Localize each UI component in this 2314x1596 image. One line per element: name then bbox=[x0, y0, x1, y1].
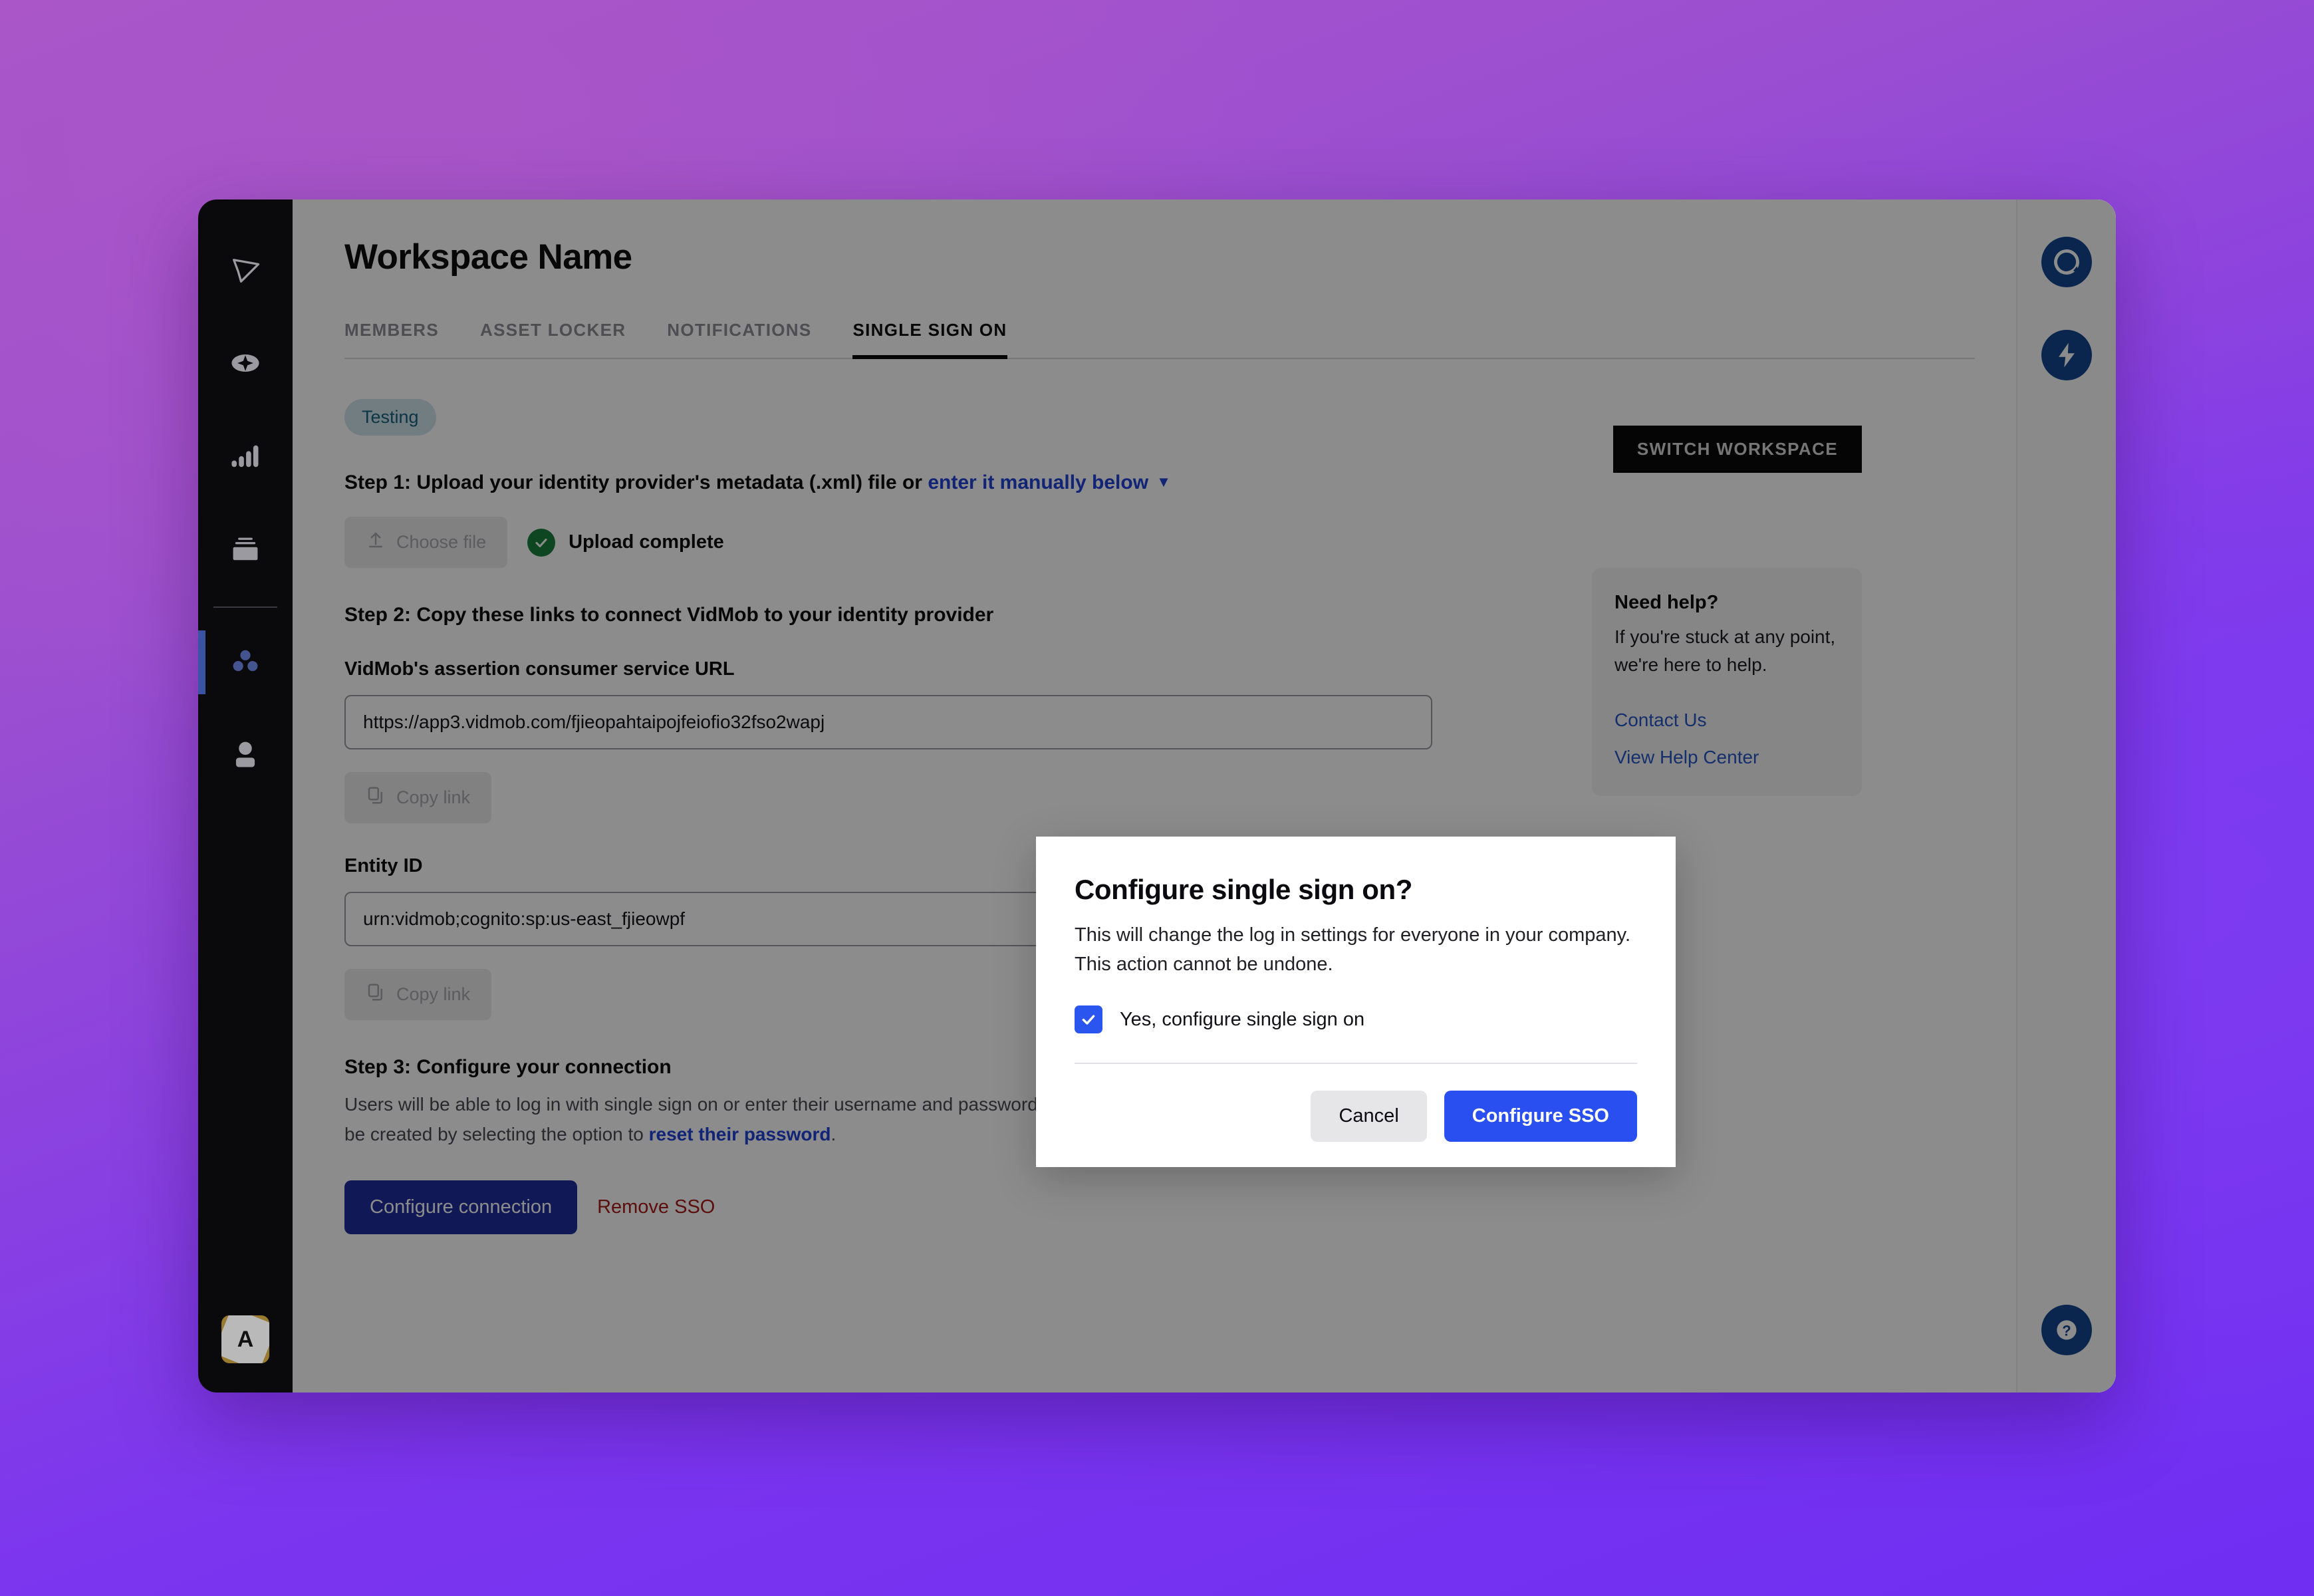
copy-acs-url-button[interactable]: Copy link bbox=[344, 772, 492, 823]
help-card: Need help? If you're stuck at any point,… bbox=[1592, 568, 1862, 796]
confirm-checkbox[interactable] bbox=[1075, 1005, 1102, 1034]
configure-sso-button[interactable]: Configure SSO bbox=[1444, 1091, 1637, 1142]
tab-single-sign-on[interactable]: SINGLE SIGN ON bbox=[852, 320, 1007, 359]
copy-icon bbox=[366, 982, 386, 1007]
sidebar-item-library[interactable] bbox=[198, 504, 293, 597]
configure-sso-modal: Configure single sign on? This will chan… bbox=[1036, 837, 1676, 1168]
avatar[interactable]: A bbox=[221, 1315, 269, 1363]
tab-notifications[interactable]: NOTIFICATIONS bbox=[667, 320, 811, 358]
step3-actions: Configure connection Remove SSO bbox=[344, 1180, 2016, 1234]
page-title: Workspace Name bbox=[344, 237, 632, 277]
cursor-arrow-icon bbox=[228, 253, 263, 291]
bar-chart-icon bbox=[228, 439, 263, 477]
enter-manually-link[interactable]: enter it manually below bbox=[928, 471, 1148, 493]
choose-file-label: Choose file bbox=[396, 532, 487, 552]
copy-entity-id-button[interactable]: Copy link bbox=[344, 969, 492, 1020]
reset-password-link[interactable]: reset their password bbox=[649, 1124, 831, 1144]
chevron-down-icon[interactable]: ▼ bbox=[1156, 473, 1171, 491]
three-dots-icon bbox=[228, 644, 263, 682]
help-card-title: Need help? bbox=[1614, 592, 1719, 613]
view-help-center-link[interactable]: View Help Center bbox=[1614, 747, 1839, 768]
sparkle-eye-icon bbox=[228, 346, 263, 384]
svg-text:?: ? bbox=[2062, 1322, 2071, 1339]
upload-status-label: Upload complete bbox=[569, 531, 724, 553]
step1-heading-text: Step 1: Upload your identity provider's … bbox=[344, 471, 922, 493]
sidebar-item-members[interactable] bbox=[198, 709, 293, 802]
sidebar-nav: A bbox=[198, 200, 293, 1393]
app-window: A Workspace Name MEMBERS ASSET LOCKER NO… bbox=[198, 200, 2116, 1393]
choose-file-button[interactable]: Choose file bbox=[344, 517, 508, 568]
main-region: Workspace Name MEMBERS ASSET LOCKER NOTI… bbox=[293, 200, 2116, 1393]
tab-asset-locker[interactable]: ASSET LOCKER bbox=[480, 320, 626, 358]
confirm-checkbox-label: Yes, configure single sign on bbox=[1120, 1008, 1365, 1030]
modal-actions: Cancel Configure SSO bbox=[1075, 1091, 1637, 1142]
help-card-body: If you're stuck at any point, we're here… bbox=[1614, 626, 1836, 675]
question-mark-icon[interactable]: ? bbox=[2041, 1305, 2092, 1355]
check-circle-icon bbox=[527, 528, 556, 557]
copy-entity-id-label: Copy link bbox=[396, 984, 471, 1004]
copy-icon bbox=[366, 785, 386, 810]
modal-title: Configure single sign on? bbox=[1075, 874, 1412, 905]
sidebar-item-workspace-settings[interactable] bbox=[198, 616, 293, 709]
tab-members[interactable]: MEMBERS bbox=[344, 320, 439, 358]
person-icon bbox=[228, 737, 263, 775]
archive-box-icon bbox=[228, 532, 263, 570]
cancel-button[interactable]: Cancel bbox=[1311, 1091, 1427, 1142]
modal-checkbox-row: Yes, configure single sign on bbox=[1075, 1005, 1637, 1034]
contact-us-link[interactable]: Contact Us bbox=[1614, 710, 1839, 731]
acs-url-input[interactable] bbox=[344, 695, 1432, 749]
switch-workspace-button[interactable]: SWITCH WORKSPACE bbox=[1612, 426, 1862, 473]
status-badge: Testing bbox=[344, 399, 436, 436]
upload-icon bbox=[366, 530, 386, 555]
modal-description: This will change the log in settings for… bbox=[1075, 924, 1631, 976]
tab-bar: MEMBERS ASSET LOCKER NOTIFICATIONS SINGL… bbox=[344, 320, 1975, 359]
step3-body: Users will be able to log in with single… bbox=[344, 1089, 1149, 1150]
copy-acs-url-label: Copy link bbox=[396, 787, 471, 807]
step3-body-period: . bbox=[831, 1124, 836, 1145]
lightning-bolt-icon[interactable] bbox=[2041, 330, 2092, 380]
avatar-initial: A bbox=[237, 1326, 254, 1352]
content-area: Workspace Name MEMBERS ASSET LOCKER NOTI… bbox=[293, 200, 2016, 1393]
sidebar-item-create[interactable] bbox=[198, 318, 293, 411]
sidebar-divider bbox=[213, 606, 277, 608]
sidebar-item-home[interactable] bbox=[198, 225, 293, 318]
right-rail: ? bbox=[2016, 200, 2116, 1393]
upload-status: Upload complete bbox=[527, 528, 724, 557]
chat-bubble-icon[interactable] bbox=[2041, 237, 2092, 287]
modal-divider bbox=[1075, 1063, 1637, 1065]
step1-heading: Step 1: Upload your identity provider's … bbox=[344, 471, 2016, 494]
configure-connection-button[interactable]: Configure connection bbox=[344, 1180, 578, 1234]
step1-controls: Choose file Upload complete bbox=[344, 517, 2016, 568]
sidebar-item-analytics[interactable] bbox=[198, 411, 293, 504]
remove-sso-button[interactable]: Remove SSO bbox=[597, 1196, 715, 1218]
